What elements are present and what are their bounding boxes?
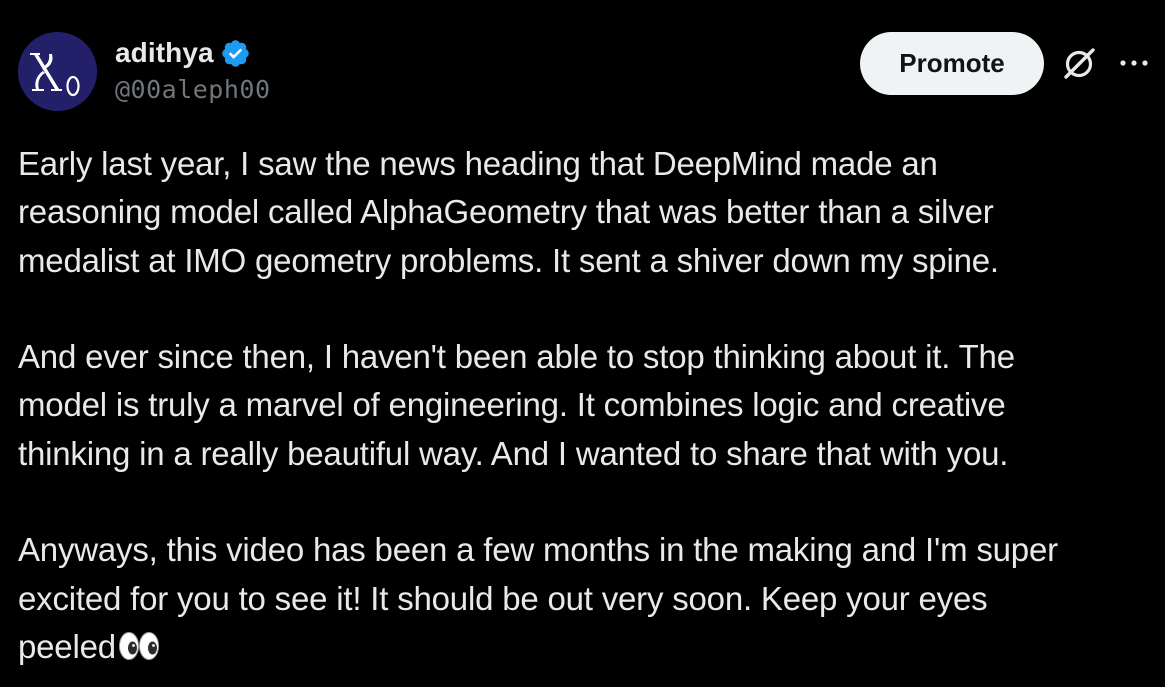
- post: adithya @00aleph00 Promote Early last ye…: [0, 0, 1165, 687]
- more-options-icon[interactable]: [1115, 46, 1153, 80]
- post-paragraph: And ever since then, I haven't been able…: [18, 338, 1015, 472]
- post-text: Early last year, I saw the news heading …: [18, 140, 1153, 671]
- post-header: adithya @00aleph00 Promote: [18, 30, 1158, 114]
- avatar[interactable]: [18, 32, 97, 111]
- post-paragraph: Early last year, I saw the news heading …: [18, 145, 999, 279]
- grok-icon[interactable]: [1060, 45, 1098, 83]
- name-row: adithya: [115, 33, 271, 73]
- eyes-emoji-icon: [118, 630, 160, 662]
- author-handle[interactable]: @00aleph00: [115, 75, 271, 104]
- post-paragraph-last: Anyways, this video has been a few month…: [18, 526, 1153, 671]
- verified-badge-icon[interactable]: [220, 38, 251, 69]
- promote-button[interactable]: Promote: [860, 32, 1044, 95]
- author-names: adithya @00aleph00: [115, 33, 271, 104]
- post-paragraph-text: Anyways, this video has been a few month…: [18, 531, 1058, 665]
- author-display-name[interactable]: adithya: [115, 37, 214, 69]
- avatar-image: [18, 32, 97, 111]
